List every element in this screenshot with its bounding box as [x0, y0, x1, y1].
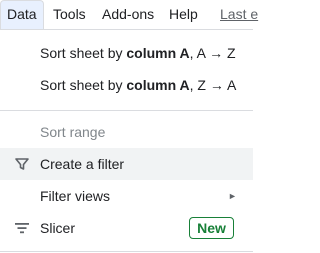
menu-item-sort-range: Sort range	[0, 116, 253, 148]
menu-add-ons[interactable]: Add-ons	[102, 0, 154, 29]
filter-views-label: Filter views	[40, 188, 111, 204]
submenu-arrow-icon: ►	[228, 191, 237, 201]
menu-item-sort-sheet-az[interactable]: Sort sheet by column A, A → Z	[0, 37, 253, 69]
sort-range-label: Sort range	[40, 124, 106, 140]
data-dropdown-menu: Sort sheet by column A, A → Z Sort sheet…	[0, 29, 253, 253]
slicer-lines-icon	[14, 220, 30, 236]
slicer-label: Slicer	[40, 220, 76, 236]
last-edit-link[interactable]: Last e	[220, 0, 258, 29]
menu-data[interactable]: Data	[0, 0, 44, 29]
filter-funnel-icon	[14, 156, 30, 172]
menu-item-slicer[interactable]: Slicer New	[0, 212, 253, 244]
sort-za-label: Sort sheet by column A, Z → A	[40, 77, 237, 93]
menu-divider	[0, 110, 253, 111]
menu-item-filter-views[interactable]: Filter views ►	[0, 180, 253, 212]
sort-az-label: Sort sheet by column A, A → Z	[40, 45, 236, 61]
menu-item-create-filter[interactable]: Create a filter	[0, 148, 253, 180]
menu-item-sort-sheet-za[interactable]: Sort sheet by column A, Z → A	[0, 69, 253, 101]
menu-tools[interactable]: Tools	[53, 0, 86, 29]
menu-help[interactable]: Help	[169, 0, 198, 29]
new-badge: New	[189, 217, 234, 239]
create-filter-label: Create a filter	[40, 156, 125, 172]
menu-divider-bottom	[0, 251, 253, 252]
menu-bar: Data Tools Add-ons Help Last e	[0, 0, 258, 29]
